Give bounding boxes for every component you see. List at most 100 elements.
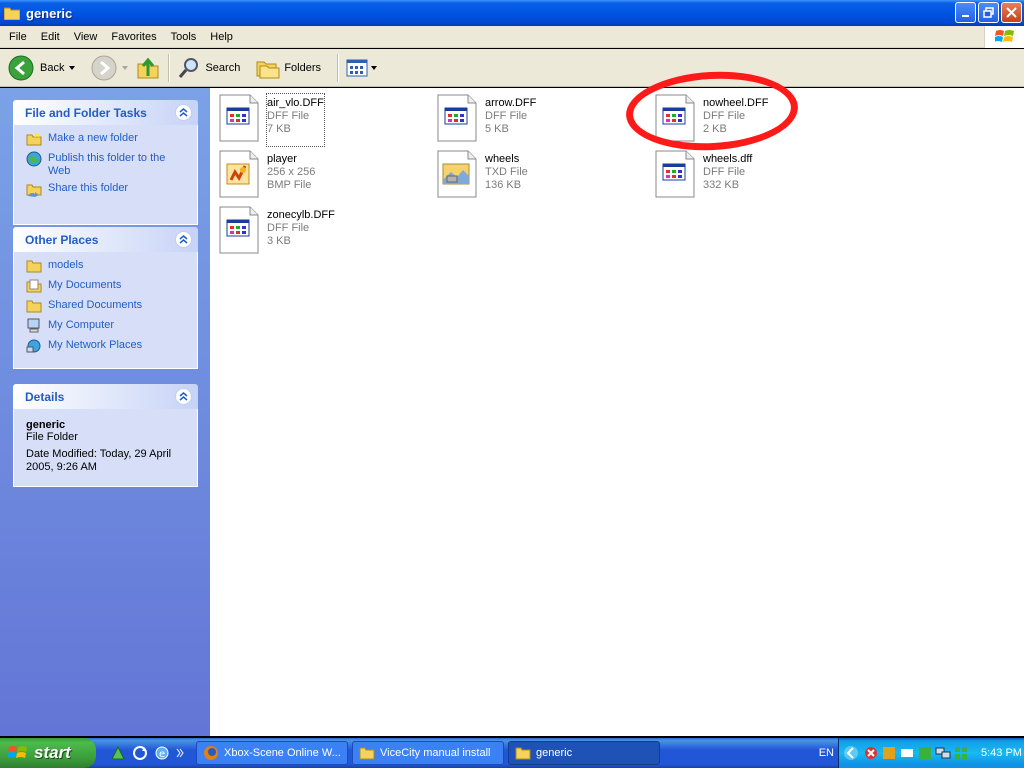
language-indicator[interactable]: EN	[819, 747, 834, 759]
toolbar-separator	[168, 53, 170, 82]
firefox-icon	[204, 746, 218, 760]
place-label: My Computer	[48, 319, 115, 331]
tray-app-icon[interactable]	[881, 745, 897, 761]
file-list[interactable]: air_vlo.DFF DFF File 7 KB arrow.DFF DFF …	[210, 88, 1024, 736]
minimize-button[interactable]	[955, 2, 976, 23]
task-share-folder[interactable]: Share this folder	[26, 181, 185, 201]
menu-edit[interactable]: Edit	[34, 26, 67, 48]
clock[interactable]: 5:43 PM	[981, 747, 1022, 759]
menu-help[interactable]: Help	[203, 26, 240, 48]
forward-dropdown-icon[interactable]	[122, 65, 129, 70]
tray-app-icon[interactable]	[953, 745, 969, 761]
file-name: zonecylb.DFF	[267, 209, 335, 221]
file-folder-tasks-panel: File and Folder Tasks Make a new folder …	[13, 100, 198, 225]
windows-logo-icon	[984, 26, 1024, 48]
back-button[interactable]: Back	[4, 51, 79, 85]
network-places-icon	[26, 339, 41, 353]
place-my-documents[interactable]: My Documents	[26, 278, 185, 298]
start-button[interactable]: start	[0, 738, 96, 768]
svg-text:e: e	[159, 749, 165, 760]
file-name: wheels	[485, 153, 520, 165]
double-chevron-up-icon	[179, 392, 188, 401]
tray-app-icon[interactable]	[899, 745, 915, 761]
file-item[interactable]: wheels.dff DFF File 332 KB	[655, 150, 855, 202]
views-dropdown-icon[interactable]	[371, 65, 378, 70]
menu-file[interactable]: File	[2, 26, 34, 48]
taskbar-item-label: generic	[536, 747, 573, 759]
file-name: nowheel.DFF	[703, 97, 769, 109]
file-type: DFF File	[267, 222, 310, 234]
window-title: generic	[26, 5, 73, 21]
search-button[interactable]: Search	[173, 51, 244, 85]
file-item[interactable]: nowheel.DFF DFF File 2 KB	[655, 94, 855, 146]
file-size: 5 KB	[485, 123, 509, 135]
collapse-button[interactable]	[175, 104, 192, 121]
file-type: DFF File	[703, 110, 746, 122]
taskbar-item-label: ViceCity manual install	[380, 747, 491, 759]
details-type: File Folder	[26, 431, 78, 443]
taskbar-item-generic[interactable]: generic	[508, 741, 660, 765]
task-publish-to-web[interactable]: Publish this folder to the Web	[26, 151, 185, 181]
folders-icon	[256, 61, 280, 78]
taskbar-item-vicecity[interactable]: ViceCity manual install	[352, 741, 504, 765]
double-chevron-up-icon	[179, 235, 188, 244]
file-dimensions: 256 x 256	[267, 166, 316, 178]
file-name: wheels.dff	[703, 153, 753, 165]
details-header[interactable]: Details	[13, 384, 198, 409]
chevron-right-icon[interactable]	[176, 748, 184, 758]
file-size: 136 KB	[485, 179, 522, 191]
title-bar[interactable]: generic	[0, 0, 1024, 26]
new-folder-icon	[26, 132, 42, 146]
tray-app-icon[interactable]	[917, 745, 933, 761]
folders-label: Folders	[284, 61, 322, 74]
double-chevron-up-icon	[179, 108, 188, 117]
close-button[interactable]	[1001, 2, 1022, 23]
dff-file-icon	[437, 94, 477, 142]
internet-explorer-icon[interactable]: e	[154, 745, 170, 761]
tray-security-icon[interactable]	[863, 745, 879, 761]
file-type: TXD File	[485, 166, 528, 178]
folders-button[interactable]: Folders	[252, 51, 325, 85]
collapse-button[interactable]	[175, 231, 192, 248]
system-tray: 5:43 PM	[838, 738, 1024, 768]
taskbar-item-label: Xbox-Scene Online W...	[224, 747, 341, 759]
file-item[interactable]: air_vlo.DFF DFF File 7 KB	[219, 93, 419, 147]
file-item[interactable]: zonecylb.DFF DFF File 3 KB	[219, 206, 419, 258]
file-folder-tasks-header[interactable]: File and Folder Tasks	[13, 100, 198, 125]
place-models[interactable]: models	[26, 258, 185, 278]
menu-favorites[interactable]: Favorites	[104, 26, 163, 48]
menu-tools[interactable]: Tools	[164, 26, 204, 48]
up-folder-button[interactable]	[132, 51, 164, 85]
restore-button[interactable]	[978, 2, 999, 23]
views-button[interactable]	[342, 51, 381, 85]
file-size: 3 KB	[267, 235, 291, 247]
task-make-new-folder[interactable]: Make a new folder	[26, 131, 185, 151]
file-item[interactable]: wheels TXD File 136 KB	[437, 150, 637, 202]
task-label: Make a new folder	[48, 132, 138, 144]
quick-launch-refresh-icon[interactable]	[132, 745, 148, 761]
back-dropdown-icon[interactable]	[69, 65, 76, 70]
panel-title: Details	[25, 389, 65, 404]
file-item[interactable]: player 256 x 256 BMP File	[219, 150, 419, 202]
quick-launch: e	[110, 745, 184, 761]
menu-view[interactable]: View	[67, 26, 105, 48]
quick-launch-app-icon[interactable]	[110, 745, 126, 761]
up-folder-icon	[137, 57, 159, 78]
details-name: generic	[26, 419, 66, 431]
file-name: arrow.DFF	[485, 97, 537, 109]
other-places-header[interactable]: Other Places	[13, 227, 198, 252]
place-my-computer[interactable]: My Computer	[26, 318, 185, 338]
tray-expand-icon[interactable]	[843, 745, 859, 761]
file-size: 2 KB	[703, 123, 727, 135]
place-my-network-places[interactable]: My Network Places	[26, 338, 185, 358]
forward-button[interactable]	[87, 51, 132, 85]
folder-icon	[4, 7, 20, 20]
task-pane: File and Folder Tasks Make a new folder …	[0, 88, 210, 736]
place-label: My Documents	[48, 279, 122, 291]
collapse-button[interactable]	[175, 388, 192, 405]
taskbar-item-xbox-scene[interactable]: Xbox-Scene Online W...	[196, 741, 348, 765]
tray-network-icon[interactable]	[935, 745, 951, 761]
place-shared-documents[interactable]: Shared Documents	[26, 298, 185, 318]
file-item[interactable]: arrow.DFF DFF File 5 KB	[437, 94, 637, 146]
details-modified: Date Modified: Today, 29 April 2005, 9:2…	[26, 448, 172, 473]
